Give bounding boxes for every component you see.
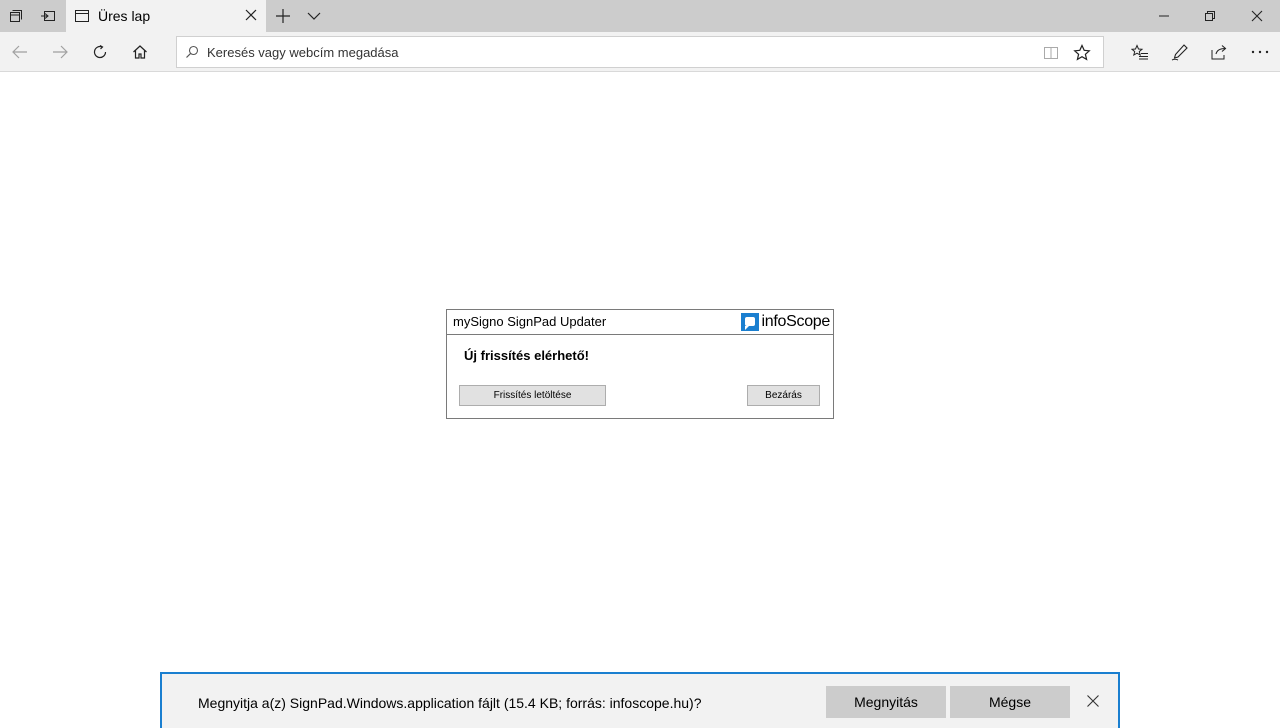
- download-bar: Megnyitja a(z) SignPad.Windows.applicati…: [160, 672, 1120, 728]
- cancel-button[interactable]: Mégse: [950, 686, 1070, 718]
- dialog-title: mySigno SignPad Updater: [453, 314, 607, 329]
- reading-view-icon[interactable]: [1043, 45, 1059, 66]
- close-window-icon[interactable]: [1234, 0, 1280, 32]
- download-message: Megnyitja a(z) SignPad.Windows.applicati…: [198, 695, 702, 711]
- more-icon[interactable]: [1240, 32, 1280, 72]
- chevron-down-icon[interactable]: [298, 0, 330, 32]
- address-input[interactable]: [207, 41, 1027, 63]
- dialog-message: Új frissítés elérhető!: [464, 348, 589, 363]
- page-icon: [74, 8, 90, 29]
- dialog-header: mySigno SignPad Updater infoScope: [447, 310, 833, 335]
- home-icon[interactable]: [120, 32, 160, 72]
- refresh-icon[interactable]: [80, 32, 120, 72]
- logo-text: infoScope: [761, 313, 831, 330]
- infoscope-logo: infoScope: [740, 313, 831, 331]
- search-icon: [185, 45, 199, 64]
- download-update-button[interactable]: Frissítés letöltése: [459, 385, 606, 406]
- open-button[interactable]: Megnyitás: [826, 686, 946, 718]
- star-icon[interactable]: [1073, 44, 1091, 67]
- back-arrow-icon[interactable]: [0, 32, 40, 72]
- share-icon[interactable]: [1199, 32, 1239, 72]
- plus-icon[interactable]: [267, 0, 299, 32]
- minimize-icon[interactable]: [1141, 0, 1187, 32]
- close-icon[interactable]: [244, 8, 258, 27]
- navigation-bar: [0, 32, 1280, 72]
- set-aside-tabs-icon[interactable]: [32, 0, 64, 32]
- close-icon[interactable]: [1086, 694, 1100, 713]
- infoscope-logo-mark: [740, 313, 759, 331]
- tab-title: Üres lap: [98, 8, 151, 24]
- pen-icon[interactable]: [1160, 32, 1200, 72]
- updater-dialog: mySigno SignPad Updater infoScope Új fri…: [446, 309, 834, 419]
- forward-arrow-icon[interactable]: [40, 32, 80, 72]
- close-dialog-button[interactable]: Bezárás: [747, 385, 820, 406]
- tab-active[interactable]: Üres lap: [66, 0, 266, 32]
- favorites-hub-icon[interactable]: [1120, 32, 1160, 72]
- tab-bar: Üres lap: [0, 0, 1280, 32]
- address-bar[interactable]: [176, 36, 1104, 68]
- restore-icon[interactable]: [1187, 0, 1233, 32]
- tab-manager-icon[interactable]: [0, 0, 32, 32]
